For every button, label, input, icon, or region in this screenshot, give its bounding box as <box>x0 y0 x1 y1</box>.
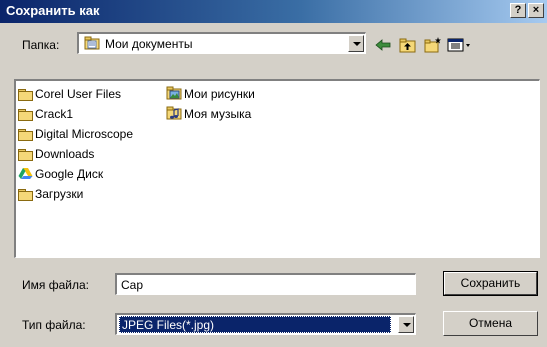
documents-folder-icon <box>84 36 100 50</box>
close-button[interactable]: × <box>528 3 544 18</box>
chevron-down-icon <box>403 323 411 327</box>
title-bar[interactable]: Сохранить как ? × <box>0 0 547 23</box>
file-list[interactable]: Corel User Files Crack1 Digital Microsco… <box>14 79 540 258</box>
help-button[interactable]: ? <box>510 3 526 18</box>
filename-input[interactable]: Cap <box>115 273 416 295</box>
location-label: Папка: <box>22 38 60 52</box>
back-arrow-icon[interactable] <box>373 36 393 54</box>
music-folder-icon <box>166 106 182 120</box>
folder-icon <box>18 149 33 161</box>
folder-icon <box>18 129 33 141</box>
folder-icon <box>18 89 33 101</box>
list-item[interactable]: Моя музыка <box>166 106 251 122</box>
folder-icon <box>18 189 33 201</box>
location-dropdown[interactable]: Мои документы <box>77 32 366 54</box>
filetype-dropdown[interactable]: JPEG Files(*.jpg) <box>115 313 416 335</box>
view-menu-icon[interactable] <box>447 36 473 54</box>
filetype-value: JPEG Files(*.jpg) <box>119 316 391 333</box>
filename-value: Cap <box>121 278 144 292</box>
filetype-dropdown-button[interactable] <box>398 316 414 333</box>
dialog-title: Сохранить как <box>6 3 100 18</box>
save-button[interactable]: Сохранить <box>443 271 538 296</box>
cancel-button[interactable]: Отмена <box>443 311 538 336</box>
list-item[interactable]: Загрузки <box>18 186 83 202</box>
filetype-label: Тип файла: <box>22 318 86 332</box>
up-folder-icon[interactable] <box>398 36 418 54</box>
save-as-dialog: Сохранить как ? × Папка: Мои документы C… <box>0 0 547 347</box>
list-item[interactable]: Мои рисунки <box>166 86 255 102</box>
filename-label: Имя файла: <box>22 278 89 292</box>
list-item[interactable]: Google Диск <box>18 166 103 182</box>
pictures-folder-icon <box>166 86 182 100</box>
new-folder-icon[interactable] <box>423 36 443 54</box>
location-value: Мои документы <box>105 37 193 51</box>
google-drive-icon <box>18 167 33 180</box>
list-item[interactable]: Crack1 <box>18 106 73 122</box>
save-button-label: Сохранить <box>460 276 521 290</box>
list-item[interactable]: Digital Microscope <box>18 126 133 142</box>
list-item[interactable]: Corel User Files <box>18 86 121 102</box>
location-dropdown-button[interactable] <box>348 35 364 52</box>
folder-icon <box>18 109 33 121</box>
chevron-down-icon <box>353 42 361 46</box>
list-item[interactable]: Downloads <box>18 146 94 162</box>
